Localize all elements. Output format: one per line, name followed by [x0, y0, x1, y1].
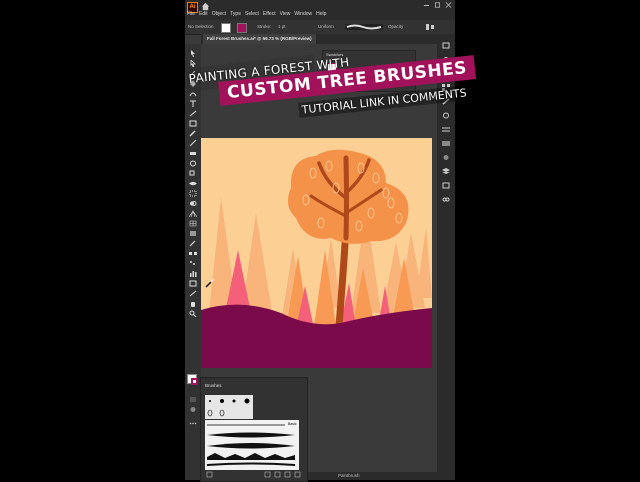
rotate-tool-icon[interactable] — [189, 160, 197, 167]
variable-width-profile[interactable]: Uniform — [318, 24, 334, 29]
perspective-grid-tool-icon[interactable] — [189, 210, 197, 217]
close-icon[interactable] — [445, 2, 452, 8]
menu-object[interactable]: Object — [212, 11, 230, 17]
stroke-weight[interactable]: 1 pt — [278, 24, 286, 29]
opacity-label[interactable]: Opacity — [388, 24, 403, 29]
symbols-icon[interactable] — [442, 112, 450, 119]
eyedropper-tool-icon[interactable] — [189, 240, 197, 247]
zoom-tool-icon[interactable] — [189, 310, 197, 317]
transparency-icon[interactable] — [442, 154, 450, 161]
menu-effect[interactable]: Effect — [263, 11, 280, 17]
stroke-label: Stroke: — [257, 24, 272, 29]
brush-list[interactable]: Basic — [205, 420, 299, 470]
status-tool-name: Paintbrush — [338, 473, 360, 478]
minimize-icon[interactable] — [423, 2, 430, 8]
forest-illustration — [201, 149, 432, 368]
gradient-tool-icon[interactable] — [189, 230, 197, 237]
menu-file[interactable]: File — [187, 11, 199, 17]
artboard-tool-icon[interactable] — [189, 280, 197, 287]
maximize-icon[interactable] — [434, 2, 441, 8]
fill-swatch[interactable] — [221, 23, 231, 33]
stroke-swatch[interactable] — [237, 23, 247, 33]
column-graph-tool-icon[interactable] — [189, 270, 197, 277]
brush-panel-footer-icons[interactable] — [205, 471, 301, 479]
menu-view[interactable]: View — [280, 11, 295, 17]
menu-help[interactable]: Help — [316, 11, 330, 17]
slice-tool-icon[interactable] — [189, 290, 197, 297]
selection-tool-icon[interactable] — [189, 50, 197, 57]
menu-type[interactable]: Type — [230, 11, 245, 17]
menu-window[interactable]: Window — [294, 11, 316, 17]
brushes-panel-title: Brushes — [205, 383, 222, 388]
stroke-icon[interactable] — [442, 126, 450, 133]
shape-builder-tool-icon[interactable] — [189, 200, 197, 207]
type-tool-icon[interactable] — [189, 100, 197, 107]
line-tool-icon[interactable] — [189, 110, 197, 117]
color-mode-icon[interactable] — [189, 396, 197, 403]
brushes-panel: Brushes Basic — [200, 377, 308, 482]
artboard[interactable] — [201, 138, 432, 368]
basic-brush-label: Basic — [288, 422, 297, 426]
menu-items: File Edit Object Type Select Effect View… — [187, 11, 330, 17]
stroke-color-box[interactable] — [191, 378, 198, 385]
artboards-icon[interactable] — [442, 182, 450, 189]
menu-bar: Ai File Edit Object Type Select Effect V… — [185, 0, 455, 20]
home-icon[interactable] — [201, 2, 210, 11]
properties-icon[interactable] — [442, 42, 450, 49]
calligraphic-brush-icons — [207, 398, 250, 417]
more-tools-icon[interactable] — [189, 420, 197, 427]
paintbrush-cursor-icon — [205, 278, 215, 288]
layers-icon[interactable] — [442, 168, 450, 175]
symbol-sprayer-tool-icon[interactable] — [189, 260, 197, 267]
drawing-mode-icon[interactable] — [189, 406, 197, 413]
align-icon[interactable] — [425, 23, 435, 31]
links-icon[interactable] — [442, 196, 450, 203]
eraser-tool-icon[interactable] — [189, 150, 197, 157]
width-tool-icon[interactable] — [189, 180, 197, 187]
brush-library-swatches[interactable] — [205, 395, 253, 419]
scale-tool-icon[interactable] — [189, 170, 197, 177]
document-tabs: Fall Forest Brushes.ai* @ 56.73 % (RGB/P… — [201, 34, 437, 44]
pencil-tool-icon[interactable] — [189, 140, 197, 147]
free-transform-tool-icon[interactable] — [189, 190, 197, 197]
selection-label: No Selection — [188, 24, 214, 29]
hand-tool-icon[interactable] — [189, 300, 197, 307]
rectangle-tool-icon[interactable] — [189, 120, 197, 127]
art-brush-strokes — [206, 424, 296, 466]
paintbrush-tool-icon[interactable] — [189, 130, 197, 137]
tools-panel — [185, 44, 201, 480]
control-bar: No Selection Stroke: 1 pt Uniform Opacit… — [185, 20, 455, 35]
menu-select[interactable]: Select — [245, 11, 263, 17]
mesh-tool-icon[interactable] — [189, 220, 197, 227]
menu-edit[interactable]: Edit — [199, 11, 212, 17]
brush-definition-preview[interactable] — [345, 24, 383, 30]
blend-tool-icon[interactable] — [189, 250, 197, 257]
document-tab[interactable]: Fall Forest Brushes.ai* @ 56.73 % (RGB/P… — [203, 34, 316, 44]
gradient-icon[interactable] — [442, 140, 450, 147]
